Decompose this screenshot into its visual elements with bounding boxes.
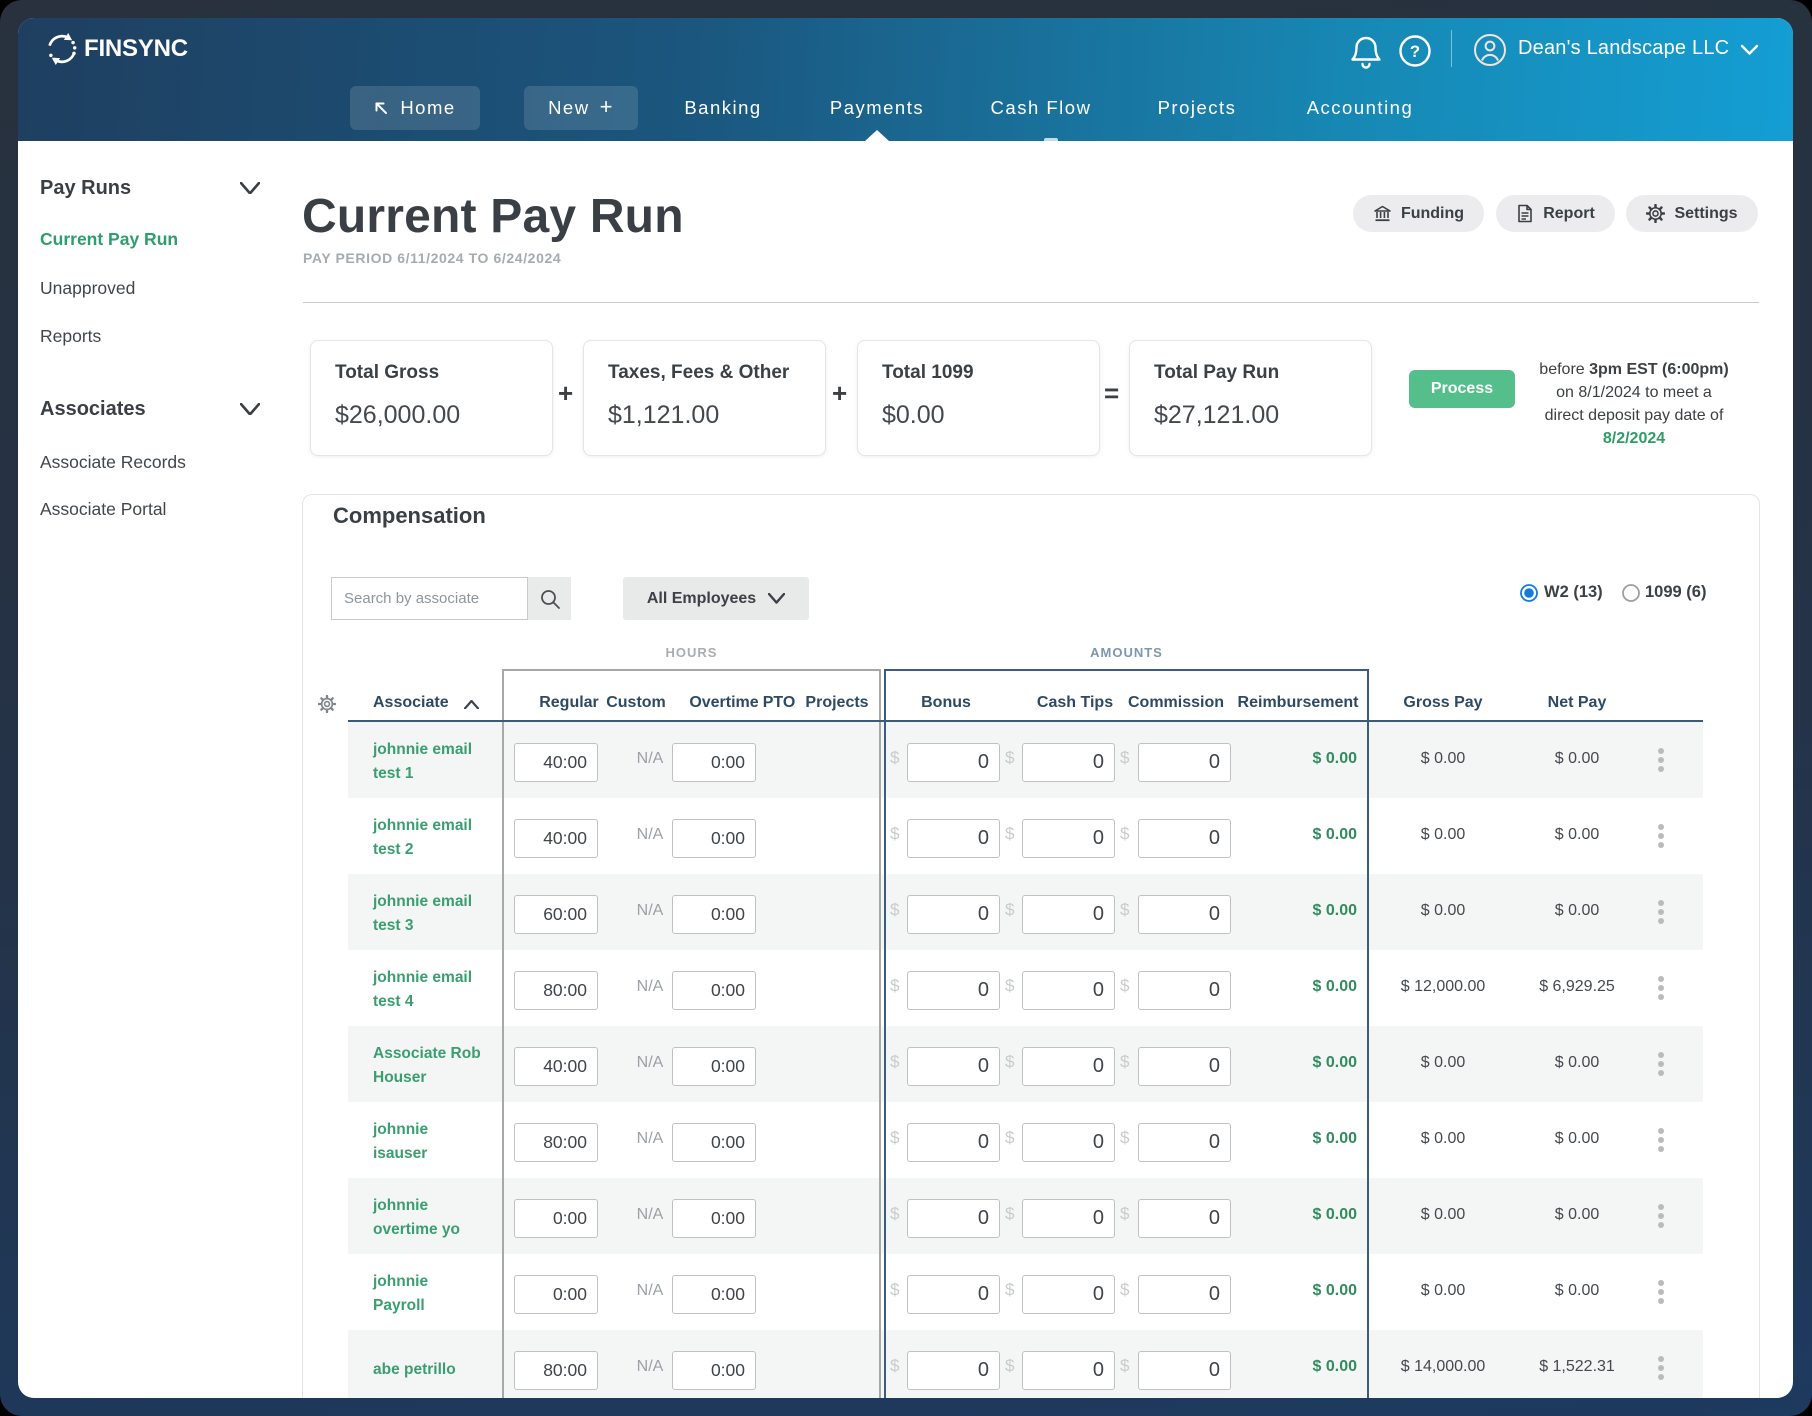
svg-text:?: ? bbox=[1410, 42, 1420, 61]
